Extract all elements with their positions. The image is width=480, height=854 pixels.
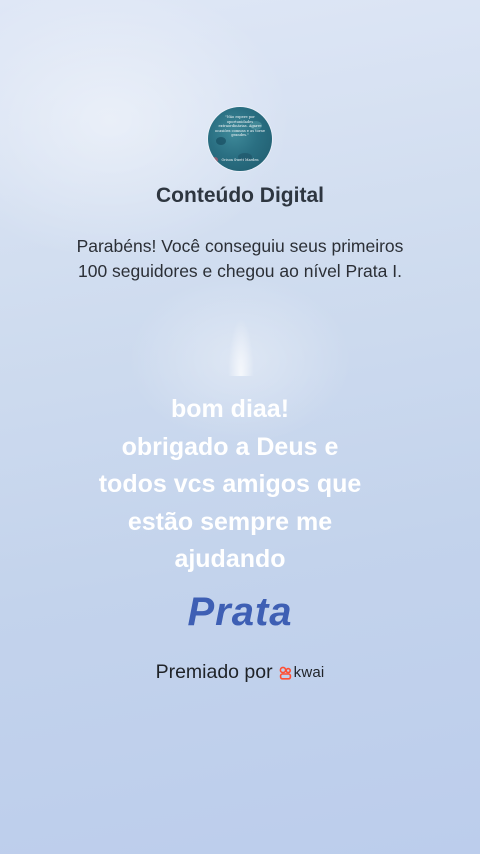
kwai-logo: kwai — [279, 664, 325, 681]
message-line: estão sempre me — [127, 507, 333, 536]
profile-name: Conteúdo Digital — [156, 184, 324, 207]
avatar-texture — [216, 137, 226, 145]
message-line: todos vcs amigos que — [98, 470, 362, 498]
message-line: obrigado a Deus e — [121, 432, 339, 461]
kwai-logo-icon — [279, 666, 291, 680]
avatar-author: Orison Swett Marden — [221, 158, 259, 162]
achievement-text: Parabéns! Você conseguiu seus primeiros … — [76, 236, 404, 281]
award-label: Premiado por — [155, 661, 273, 683]
level-badge: Prata — [187, 590, 293, 634]
user-message: bom diaa! obrigado a Deus e todos vcs am… — [40, 391, 420, 579]
award-line: Premiado por kwai — [0, 661, 480, 684]
message-line: bom diaa! — [170, 395, 290, 423]
light-flare — [228, 318, 254, 376]
kwai-brand-text: kwai — [293, 664, 325, 681]
profile-avatar[interactable]: "Não espere por oportunidades extraordin… — [208, 107, 272, 171]
message-line: ajudando — [174, 545, 286, 573]
avatar-quote: "Não espere por oportunidades extraordin… — [215, 115, 265, 138]
